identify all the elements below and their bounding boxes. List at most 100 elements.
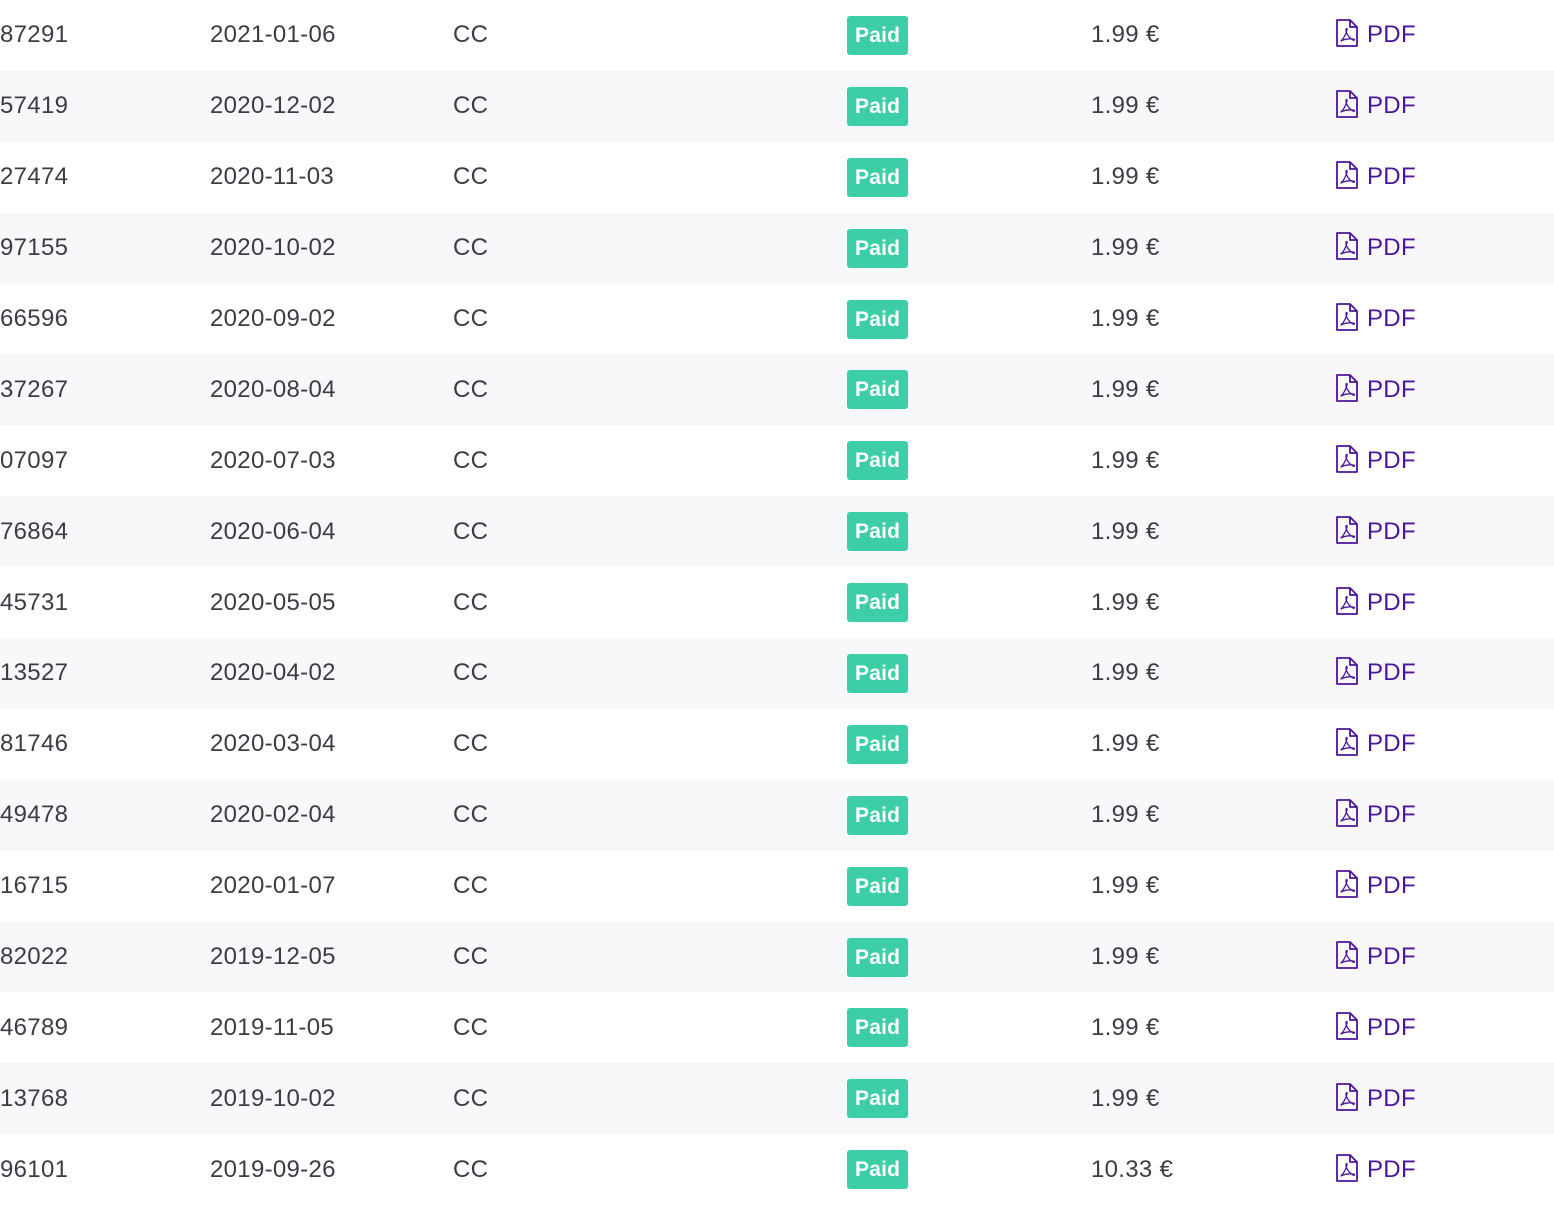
pdf-file-icon [1335, 1012, 1359, 1040]
pdf-download-link[interactable]: PDF [1335, 19, 1416, 49]
pdf-file-icon [1335, 19, 1359, 48]
invoice-amount: 1.99 € [1091, 801, 1160, 829]
pdf-download-link[interactable]: PDF [1335, 303, 1416, 333]
pdf-cell: PDF [1335, 284, 1416, 355]
pdf-link-label[interactable]: PDF [1367, 801, 1416, 829]
invoice-id: 76864 [0, 517, 69, 545]
pdf-file-icon [1335, 232, 1359, 261]
table-row: 45731 2020-05-05 CC Paid 1.99 € PDF [0, 567, 1554, 638]
status-cell: Paid [847, 284, 909, 355]
pdf-download-link[interactable]: PDF [1335, 515, 1416, 546]
payment-method: CC [453, 1013, 489, 1041]
pdf-download-link[interactable]: PDF [1335, 728, 1416, 758]
table-row: 87291 2021-01-06 CC Paid 1.99 € PDF [0, 0, 1554, 71]
table-row: 07097 2020-07-03 CC Paid 1.99 € PDF [0, 425, 1554, 496]
pdf-download-link[interactable]: PDF [1335, 1153, 1416, 1184]
status-cell: Paid [847, 496, 909, 567]
table-row: 76864 2020-06-04 CC Paid 1.99 € PDF [0, 496, 1554, 568]
pdf-link-label[interactable]: PDF [1367, 305, 1416, 333]
pdf-download-link[interactable]: PDF [1335, 586, 1416, 617]
pdf-download-link[interactable]: PDF [1335, 870, 1416, 900]
pdf-download-link[interactable]: PDF [1335, 444, 1416, 475]
payment-method: CC [453, 234, 489, 262]
pdf-file-icon [1335, 728, 1359, 757]
invoice-id: 45731 [0, 588, 69, 616]
invoice-date: 2020-07-03 [210, 446, 336, 474]
pdf-cell: PDF [1335, 0, 1416, 71]
invoice-amount: 1.99 € [1091, 943, 1160, 971]
invoice-id: 57419 [0, 92, 69, 120]
payment-method: CC [453, 446, 489, 474]
table-row: 82022 2019-12-05 CC Paid 1.99 € PDF [0, 921, 1554, 993]
pdf-download-link[interactable]: PDF [1335, 941, 1416, 971]
invoice-amount: 1.99 € [1091, 1013, 1160, 1041]
table-row: 97155 2020-10-02 CC Paid 1.99 € PDF [0, 212, 1554, 284]
status-badge: Paid [847, 653, 909, 693]
pdf-cell: PDF [1335, 1063, 1416, 1134]
invoice-table: 87291 2021-01-06 CC Paid 1.99 € PDF 5741… [0, 0, 1554, 1205]
payment-method: CC [453, 659, 489, 687]
invoice-id: 13768 [0, 1084, 69, 1112]
pdf-download-link[interactable]: PDF [1335, 232, 1416, 262]
pdf-link-label[interactable]: PDF [1367, 943, 1416, 971]
pdf-download-link[interactable]: PDF [1335, 657, 1416, 687]
pdf-link-label[interactable]: PDF [1367, 659, 1416, 687]
pdf-cell: PDF [1335, 354, 1416, 425]
invoice-date: 2020-03-04 [210, 730, 336, 758]
invoice-id: 46789 [0, 1013, 69, 1041]
invoice-date: 2019-09-26 [210, 1155, 336, 1183]
invoice-id: 97155 [0, 234, 69, 262]
pdf-link-label[interactable]: PDF [1367, 730, 1416, 758]
status-cell: Paid [847, 567, 909, 638]
payment-method: CC [453, 1155, 489, 1183]
invoice-amount: 1.99 € [1091, 305, 1160, 332]
payment-method: CC [453, 21, 489, 49]
pdf-link-label[interactable]: PDF [1367, 92, 1416, 120]
pdf-cell: PDF [1335, 425, 1416, 496]
table-row: 49478 2020-02-04 CC Paid 1.99 € PDF [0, 779, 1554, 851]
invoice-amount: 10.33 € [1091, 1155, 1174, 1183]
table-row: 96101 2019-09-26 CC Paid 10.33 € PDF [0, 1134, 1554, 1205]
invoice-date: 2020-05-05 [210, 588, 336, 616]
invoice-id: 13527 [0, 659, 69, 687]
invoice-id: 81746 [0, 730, 69, 758]
payment-method: CC [453, 943, 489, 971]
invoice-id: 07097 [0, 446, 69, 474]
invoice-date: 2020-04-02 [210, 659, 336, 687]
pdf-link-label[interactable]: PDF [1367, 447, 1416, 475]
status-badge: Paid [847, 441, 909, 481]
pdf-download-link[interactable]: PDF [1335, 1082, 1416, 1113]
pdf-file-icon [1335, 373, 1359, 402]
payment-method: CC [453, 163, 489, 191]
table-row: 13527 2020-04-02 CC Paid 1.99 € PDF [0, 638, 1554, 709]
status-cell: Paid [847, 1134, 909, 1205]
pdf-link-label[interactable]: PDF [1367, 234, 1416, 262]
pdf-download-link[interactable]: PDF [1335, 161, 1416, 191]
pdf-download-link[interactable]: PDF [1335, 90, 1416, 120]
pdf-file-icon [1335, 870, 1359, 899]
pdf-file-icon [1335, 90, 1359, 119]
pdf-download-link[interactable]: PDF [1335, 373, 1416, 404]
invoice-id: 16715 [0, 872, 69, 900]
pdf-link-label[interactable]: PDF [1367, 1085, 1416, 1113]
pdf-link-label[interactable]: PDF [1367, 163, 1416, 191]
table-row: 57419 2020-12-02 CC Paid 1.99 € PDF [0, 70, 1554, 142]
pdf-link-label[interactable]: PDF [1367, 518, 1416, 546]
invoice-amount: 1.99 € [1091, 872, 1160, 900]
pdf-link-label[interactable]: PDF [1367, 376, 1416, 404]
invoice-amount: 1.99 € [1091, 659, 1160, 687]
status-badge: Paid [847, 866, 909, 906]
status-badge: Paid [847, 1008, 909, 1048]
pdf-link-label[interactable]: PDF [1367, 589, 1416, 617]
pdf-link-label[interactable]: PDF [1367, 872, 1416, 900]
pdf-link-label[interactable]: PDF [1367, 21, 1416, 49]
invoice-id: 96101 [0, 1155, 69, 1183]
status-badge: Paid [847, 583, 909, 623]
pdf-download-link[interactable]: PDF [1335, 799, 1416, 829]
table-row: 81746 2020-03-04 CC Paid 1.99 € PDF [0, 709, 1554, 780]
status-cell: Paid [847, 638, 909, 709]
pdf-link-label[interactable]: PDF [1367, 1156, 1416, 1184]
payment-method: CC [453, 872, 489, 900]
pdf-link-label[interactable]: PDF [1367, 1014, 1416, 1042]
pdf-download-link[interactable]: PDF [1335, 1012, 1416, 1042]
